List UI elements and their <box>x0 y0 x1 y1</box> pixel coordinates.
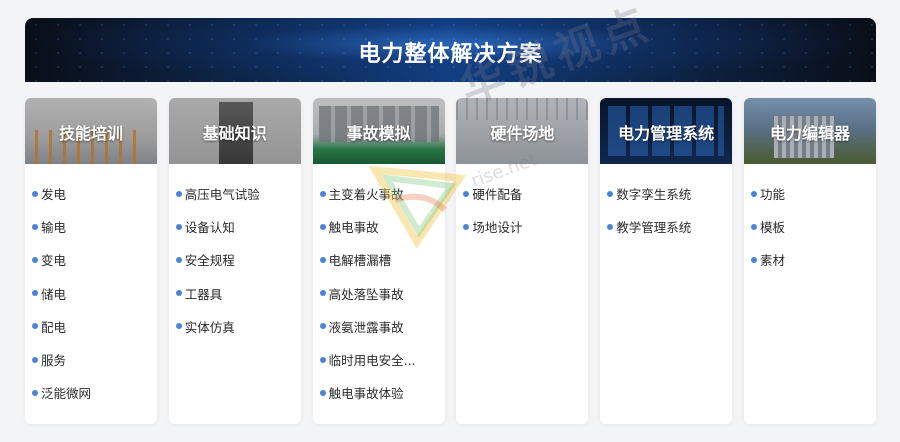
list-item[interactable]: 储电 <box>25 277 157 310</box>
card-item-list: 功能 模板 素材 <box>744 164 876 277</box>
bullet-icon <box>463 190 470 197</box>
bullet-icon <box>751 256 757 263</box>
card-skill-training: 技能培训 发电 输电 变电 储电 配电 服务 泛能微网 <box>25 98 157 424</box>
list-item[interactable]: 场地设计 <box>456 210 588 243</box>
bullet-icon <box>32 356 38 363</box>
bullet-icon <box>319 290 326 297</box>
list-item[interactable]: 触电事故体验 <box>313 376 445 409</box>
card-title: 硬件场地 <box>490 124 555 143</box>
card-basic-knowledge: 基础知识 高压电气试验 设备认知 安全规程 工器具 实体仿真 <box>168 98 301 424</box>
list-item[interactable]: 配电 <box>25 310 157 343</box>
list-item[interactable]: 电解槽漏槽 <box>313 243 445 276</box>
bullet-icon <box>32 290 38 297</box>
card-title: 电力管理系统 <box>618 124 715 143</box>
list-item[interactable]: 教学管理系统 <box>600 210 732 243</box>
list-item[interactable]: 硬件配备 <box>456 177 588 210</box>
list-item[interactable]: 液氨泄露事故 <box>313 310 445 343</box>
list-item[interactable]: 服务 <box>25 343 157 376</box>
bullet-icon <box>319 190 326 197</box>
card-title: 事故模拟 <box>346 124 411 143</box>
bullet-icon <box>32 323 38 330</box>
card-title: 电力编辑器 <box>769 124 850 143</box>
list-item[interactable]: 高处落坠事故 <box>313 277 445 310</box>
bullet-icon <box>175 256 182 263</box>
bullet-icon <box>319 389 326 396</box>
card-power-editor: 电力编辑器 功能 模板 素材 <box>744 98 876 424</box>
list-item[interactable]: 主变着火事故 <box>313 177 445 210</box>
card-accident-simulation: 事故模拟 主变着火事故 触电事故 电解槽漏槽 高处落坠事故 液氨泄露事故 临时用… <box>312 98 445 424</box>
list-item[interactable]: 工器具 <box>169 277 301 310</box>
card-header[interactable]: 电力编辑器 <box>744 98 876 164</box>
page-title: 电力整体解决方案 <box>358 42 543 67</box>
bullet-icon <box>751 190 757 197</box>
list-item[interactable]: 实体仿真 <box>169 310 301 343</box>
card-header[interactable]: 事故模拟 <box>312 98 445 164</box>
card-title: 基础知识 <box>202 124 267 143</box>
bullet-icon <box>607 190 614 197</box>
card-item-list: 硬件配备 场地设计 <box>456 164 588 243</box>
list-item[interactable]: 数字孪生系统 <box>600 177 732 210</box>
card-item-list: 高压电气试验 设备认知 安全规程 工器具 实体仿真 <box>169 164 301 343</box>
card-hardware-venue: 硬件场地 硬件配备 场地设计 <box>456 98 589 424</box>
bullet-icon <box>32 256 38 263</box>
list-item[interactable]: 发电 <box>25 177 157 210</box>
solution-cards: 技能培训 发电 输电 变电 储电 配电 服务 泛能微网 基础知识 高压电气试验 … <box>25 98 876 424</box>
list-item[interactable]: 设备认知 <box>169 210 301 243</box>
list-item[interactable]: 临时用电安全... <box>313 343 445 376</box>
list-item[interactable]: 泛能微网 <box>25 376 157 409</box>
bullet-icon <box>607 223 614 230</box>
bullet-icon <box>319 356 326 363</box>
card-item-list: 数字孪生系统 教学管理系统 <box>600 164 732 243</box>
bullet-icon <box>463 223 470 230</box>
card-title: 技能培训 <box>58 124 123 143</box>
bullet-icon <box>175 290 182 297</box>
list-item[interactable]: 功能 <box>744 177 876 210</box>
bullet-icon <box>32 389 38 396</box>
list-item[interactable]: 安全规程 <box>169 243 301 276</box>
list-item[interactable]: 素材 <box>744 243 876 276</box>
card-power-management: 电力管理系统 数字孪生系统 教学管理系统 <box>600 98 733 424</box>
list-item[interactable]: 输电 <box>25 210 157 243</box>
card-item-list: 发电 输电 变电 储电 配电 服务 泛能微网 <box>25 164 157 409</box>
card-header[interactable]: 电力管理系统 <box>600 98 733 164</box>
card-item-list: 主变着火事故 触电事故 电解槽漏槽 高处落坠事故 液氨泄露事故 临时用电安全..… <box>313 164 445 409</box>
bullet-icon <box>319 323 326 330</box>
bullet-icon <box>32 223 38 230</box>
bullet-icon <box>319 256 326 263</box>
card-header[interactable]: 基础知识 <box>168 98 301 164</box>
bullet-icon <box>175 190 182 197</box>
bullet-icon <box>175 223 182 230</box>
list-item[interactable]: 模板 <box>744 210 876 243</box>
list-item[interactable]: 触电事故 <box>313 210 445 243</box>
bullet-icon <box>319 223 326 230</box>
list-item[interactable]: 高压电气试验 <box>169 177 301 210</box>
bullet-icon <box>32 190 38 197</box>
hero-banner: 电力整体解决方案 <box>25 18 876 82</box>
card-header[interactable]: 硬件场地 <box>456 98 589 164</box>
bullet-icon <box>175 323 182 330</box>
list-item[interactable]: 变电 <box>25 243 157 276</box>
bullet-icon <box>751 223 757 230</box>
card-header[interactable]: 技能培训 <box>25 98 157 164</box>
